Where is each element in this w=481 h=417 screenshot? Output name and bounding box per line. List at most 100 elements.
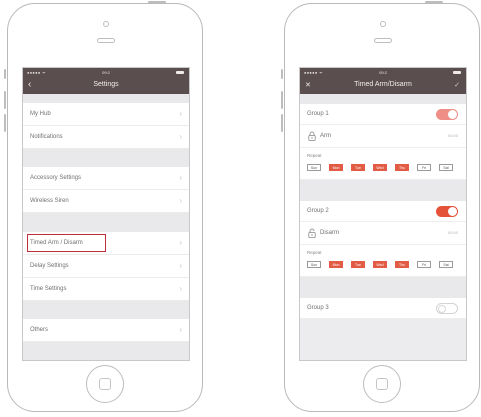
schedule-time: 00:00 bbox=[447, 133, 458, 138]
day-button-tue[interactable]: Tue bbox=[351, 164, 365, 171]
front-camera bbox=[103, 21, 109, 27]
repeat-label: Repeat bbox=[307, 153, 322, 158]
settings-item-time-settings[interactable]: Time Settings › bbox=[23, 278, 189, 301]
home-button[interactable] bbox=[363, 365, 401, 403]
day-selector: Sun Mon Tue Wed Thu Fri Sat bbox=[300, 161, 466, 180]
group-name: Group 1 bbox=[307, 111, 329, 117]
group-card: Group 1 Arm 00:00 Repeat Sun Mon Tue Wed… bbox=[300, 104, 466, 180]
check-icon[interactable]: ✓ bbox=[454, 81, 460, 89]
nav-bar: ‹ Settings bbox=[23, 77, 189, 94]
day-selector: Sun Mon Tue Wed Thu Fri Sat bbox=[300, 258, 466, 277]
front-camera bbox=[380, 21, 386, 27]
mode-row[interactable]: Arm 00:00 bbox=[300, 125, 466, 148]
status-bar: ●●●●● ᯤ 09:2 bbox=[300, 68, 466, 77]
timed-arm-disarm-screen: ●●●●● ᯤ 09:2 ✕ Timed Arm/Disarm ✓ Group … bbox=[299, 67, 467, 361]
section-gap bbox=[23, 301, 189, 319]
day-button-sun[interactable]: Sun bbox=[307, 164, 321, 171]
mute-switch bbox=[281, 69, 283, 79]
mute-switch bbox=[4, 69, 6, 79]
section-gap bbox=[23, 213, 189, 232]
mode-label: Disarm bbox=[320, 230, 339, 236]
settings-item-others[interactable]: Others › bbox=[23, 319, 189, 342]
repeat-label: Repeat bbox=[307, 250, 322, 255]
day-button-mon[interactable]: Mon bbox=[329, 164, 343, 171]
earpiece-speaker bbox=[97, 38, 115, 43]
section-gap bbox=[300, 277, 466, 298]
chevron-right-icon: › bbox=[179, 238, 182, 247]
volume-down-button bbox=[281, 114, 283, 132]
settings-item-label: My Hub bbox=[30, 111, 51, 117]
day-button-tue[interactable]: Tue bbox=[351, 261, 365, 268]
group-header: Group 3 bbox=[300, 298, 466, 319]
battery-icon bbox=[176, 70, 184, 74]
settings-item-timed-arm-disarm[interactable]: Timed Arm / Disarm › bbox=[23, 232, 189, 255]
status-time: 09:2 bbox=[379, 70, 387, 75]
chevron-right-icon: › bbox=[179, 196, 182, 205]
day-button-wed[interactable]: Wed bbox=[373, 164, 387, 171]
home-button[interactable] bbox=[86, 365, 124, 403]
day-button-thu[interactable]: Thu bbox=[395, 261, 409, 268]
lock-icon bbox=[308, 131, 316, 143]
home-square-icon bbox=[376, 378, 388, 390]
repeat-row: Repeat bbox=[300, 245, 466, 258]
group-enable-toggle[interactable] bbox=[436, 206, 458, 217]
settings-item-label: Accessory Settings bbox=[30, 175, 82, 181]
chevron-right-icon: › bbox=[179, 284, 182, 293]
battery-icon bbox=[453, 70, 461, 74]
group-enable-toggle[interactable] bbox=[436, 109, 458, 120]
chevron-right-icon: › bbox=[179, 325, 182, 334]
status-time: 09:2 bbox=[102, 70, 110, 75]
settings-item-notifications[interactable]: Notifications › bbox=[23, 126, 189, 149]
day-button-sat[interactable]: Sat bbox=[439, 261, 453, 268]
settings-item-my-hub[interactable]: My Hub › bbox=[23, 103, 189, 126]
toggle-knob bbox=[438, 305, 446, 313]
day-button-fri[interactable]: Fri bbox=[417, 261, 431, 268]
settings-item-label: Time Settings bbox=[30, 286, 67, 292]
section-gap bbox=[23, 149, 189, 167]
group-header: Group 2 bbox=[300, 201, 466, 222]
chevron-right-icon: › bbox=[179, 173, 182, 182]
group-name: Group 3 bbox=[307, 305, 329, 311]
phone-left: ●●●●● ᯤ 09:2 ‹ Settings My Hub › Notific… bbox=[4, 1, 203, 412]
volume-down-button bbox=[4, 114, 6, 132]
day-button-mon[interactable]: Mon bbox=[329, 261, 343, 268]
settings-item-delay-settings[interactable]: Delay Settings › bbox=[23, 255, 189, 278]
section-gap bbox=[23, 342, 189, 360]
volume-up-button bbox=[281, 91, 283, 109]
power-button bbox=[148, 1, 166, 3]
settings-item-wireless-siren[interactable]: Wireless Siren › bbox=[23, 190, 189, 213]
toggle-knob bbox=[448, 207, 457, 216]
page-title: Timed Arm/Disarm bbox=[354, 81, 412, 88]
chevron-right-icon: › bbox=[179, 109, 182, 118]
status-bar: ●●●●● ᯤ 09:2 bbox=[23, 68, 189, 77]
section-gap bbox=[300, 94, 466, 104]
day-button-sat[interactable]: Sat bbox=[439, 164, 453, 171]
volume-up-button bbox=[4, 91, 6, 109]
group-header: Group 1 bbox=[300, 104, 466, 125]
power-button bbox=[425, 1, 443, 3]
day-button-sun[interactable]: Sun bbox=[307, 261, 321, 268]
group-card: Group 2 Disarm 00:00 Repeat Sun Mon Tue … bbox=[300, 201, 466, 277]
unlock-icon bbox=[308, 228, 316, 240]
schedule-time: 00:00 bbox=[447, 230, 458, 235]
day-button-wed[interactable]: Wed bbox=[373, 261, 387, 268]
day-button-fri[interactable]: Fri bbox=[417, 164, 431, 171]
page-title: Settings bbox=[93, 81, 119, 88]
settings-item-label: Delay Settings bbox=[30, 263, 69, 269]
mode-row[interactable]: Disarm 00:00 bbox=[300, 222, 466, 245]
chevron-right-icon: › bbox=[179, 132, 182, 141]
phone-right: ●●●●● ᯤ 09:2 ✕ Timed Arm/Disarm ✓ Group … bbox=[281, 1, 480, 412]
settings-item-accessory-settings[interactable]: Accessory Settings › bbox=[23, 167, 189, 190]
group-enable-toggle[interactable] bbox=[436, 303, 458, 314]
repeat-row: Repeat bbox=[300, 148, 466, 161]
day-button-thu[interactable]: Thu bbox=[395, 164, 409, 171]
settings-screen: ●●●●● ᯤ 09:2 ‹ Settings My Hub › Notific… bbox=[22, 67, 190, 361]
section-gap bbox=[300, 180, 466, 201]
earpiece-speaker bbox=[374, 38, 392, 43]
toggle-knob bbox=[448, 110, 457, 119]
group-name: Group 2 bbox=[307, 208, 329, 214]
nav-bar: ✕ Timed Arm/Disarm ✓ bbox=[300, 77, 466, 94]
settings-item-label: Notifications bbox=[30, 134, 63, 140]
home-square-icon bbox=[99, 378, 111, 390]
mode-label: Arm bbox=[320, 133, 331, 139]
